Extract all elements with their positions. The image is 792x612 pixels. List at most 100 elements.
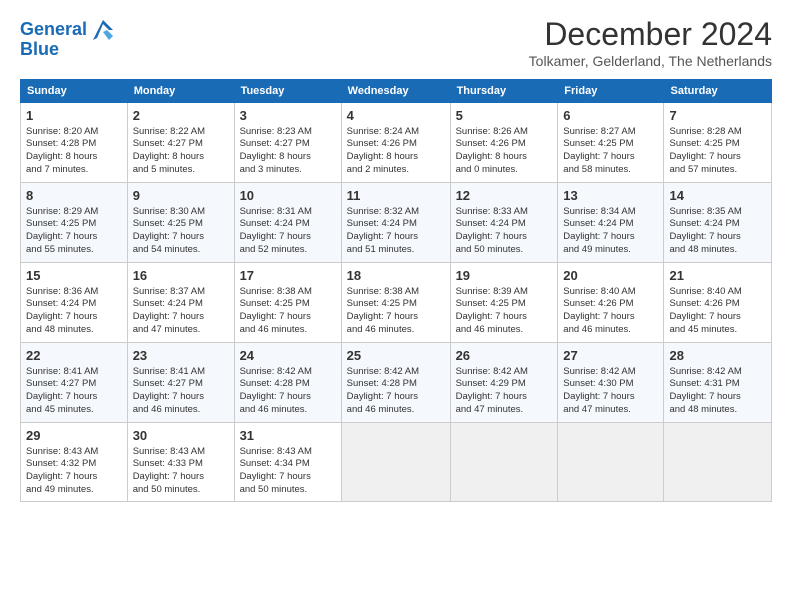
day-info: Sunrise: 8:39 AM Sunset: 4:25 PM Dayligh…	[456, 286, 553, 337]
calendar-cell: 17Sunrise: 8:38 AM Sunset: 4:25 PM Dayli…	[234, 263, 341, 343]
calendar-cell: 22Sunrise: 8:41 AM Sunset: 4:27 PM Dayli…	[21, 343, 128, 423]
day-info: Sunrise: 8:42 AM Sunset: 4:29 PM Dayligh…	[456, 366, 553, 417]
day-number: 22	[26, 347, 122, 365]
calendar-cell: 5Sunrise: 8:26 AM Sunset: 4:26 PM Daylig…	[450, 103, 558, 183]
calendar-cell: 2Sunrise: 8:22 AM Sunset: 4:27 PM Daylig…	[127, 103, 234, 183]
day-info: Sunrise: 8:33 AM Sunset: 4:24 PM Dayligh…	[456, 206, 553, 257]
day-number: 26	[456, 347, 553, 365]
calendar-cell: 18Sunrise: 8:38 AM Sunset: 4:25 PM Dayli…	[341, 263, 450, 343]
location-subtitle: Tolkamer, Gelderland, The Netherlands	[529, 53, 772, 69]
day-number: 7	[669, 107, 766, 125]
calendar-cell: 13Sunrise: 8:34 AM Sunset: 4:24 PM Dayli…	[558, 183, 664, 263]
day-info: Sunrise: 8:23 AM Sunset: 4:27 PM Dayligh…	[240, 126, 336, 177]
day-number: 10	[240, 187, 336, 205]
day-number: 2	[133, 107, 229, 125]
day-number: 30	[133, 427, 229, 445]
day-number: 20	[563, 267, 658, 285]
day-info: Sunrise: 8:43 AM Sunset: 4:33 PM Dayligh…	[133, 446, 229, 497]
calendar-cell: 31Sunrise: 8:43 AM Sunset: 4:34 PM Dayli…	[234, 423, 341, 502]
weekday-header-friday: Friday	[558, 80, 664, 103]
weekday-header-tuesday: Tuesday	[234, 80, 341, 103]
day-info: Sunrise: 8:38 AM Sunset: 4:25 PM Dayligh…	[240, 286, 336, 337]
day-number: 18	[347, 267, 445, 285]
day-number: 4	[347, 107, 445, 125]
calendar-cell: 8Sunrise: 8:29 AM Sunset: 4:25 PM Daylig…	[21, 183, 128, 263]
day-number: 25	[347, 347, 445, 365]
day-number: 17	[240, 267, 336, 285]
day-info: Sunrise: 8:34 AM Sunset: 4:24 PM Dayligh…	[563, 206, 658, 257]
day-info: Sunrise: 8:41 AM Sunset: 4:27 PM Dayligh…	[26, 366, 122, 417]
weekday-header-saturday: Saturday	[664, 80, 772, 103]
day-number: 28	[669, 347, 766, 365]
calendar-cell: 10Sunrise: 8:31 AM Sunset: 4:24 PM Dayli…	[234, 183, 341, 263]
calendar-cell: 27Sunrise: 8:42 AM Sunset: 4:30 PM Dayli…	[558, 343, 664, 423]
calendar-cell: 24Sunrise: 8:42 AM Sunset: 4:28 PM Dayli…	[234, 343, 341, 423]
day-info: Sunrise: 8:32 AM Sunset: 4:24 PM Dayligh…	[347, 206, 445, 257]
day-number: 13	[563, 187, 658, 205]
day-number: 1	[26, 107, 122, 125]
day-number: 3	[240, 107, 336, 125]
calendar-cell	[558, 423, 664, 502]
day-info: Sunrise: 8:27 AM Sunset: 4:25 PM Dayligh…	[563, 126, 658, 177]
calendar-cell	[341, 423, 450, 502]
day-info: Sunrise: 8:35 AM Sunset: 4:24 PM Dayligh…	[669, 206, 766, 257]
calendar-cell: 29Sunrise: 8:43 AM Sunset: 4:32 PM Dayli…	[21, 423, 128, 502]
day-info: Sunrise: 8:40 AM Sunset: 4:26 PM Dayligh…	[669, 286, 766, 337]
calendar-cell: 20Sunrise: 8:40 AM Sunset: 4:26 PM Dayli…	[558, 263, 664, 343]
calendar-cell: 3Sunrise: 8:23 AM Sunset: 4:27 PM Daylig…	[234, 103, 341, 183]
day-info: Sunrise: 8:42 AM Sunset: 4:28 PM Dayligh…	[240, 366, 336, 417]
day-number: 31	[240, 427, 336, 445]
calendar-cell: 6Sunrise: 8:27 AM Sunset: 4:25 PM Daylig…	[558, 103, 664, 183]
logo-text-blue: Blue	[20, 40, 59, 60]
day-info: Sunrise: 8:29 AM Sunset: 4:25 PM Dayligh…	[26, 206, 122, 257]
day-info: Sunrise: 8:43 AM Sunset: 4:32 PM Dayligh…	[26, 446, 122, 497]
calendar-cell: 9Sunrise: 8:30 AM Sunset: 4:25 PM Daylig…	[127, 183, 234, 263]
day-info: Sunrise: 8:42 AM Sunset: 4:31 PM Dayligh…	[669, 366, 766, 417]
calendar-cell: 11Sunrise: 8:32 AM Sunset: 4:24 PM Dayli…	[341, 183, 450, 263]
day-number: 21	[669, 267, 766, 285]
logo: General Blue	[20, 16, 117, 60]
day-info: Sunrise: 8:20 AM Sunset: 4:28 PM Dayligh…	[26, 126, 122, 177]
calendar-cell: 26Sunrise: 8:42 AM Sunset: 4:29 PM Dayli…	[450, 343, 558, 423]
calendar-table: SundayMondayTuesdayWednesdayThursdayFrid…	[20, 79, 772, 502]
day-number: 19	[456, 267, 553, 285]
month-title: December 2024	[529, 16, 772, 53]
calendar-cell: 12Sunrise: 8:33 AM Sunset: 4:24 PM Dayli…	[450, 183, 558, 263]
day-number: 8	[26, 187, 122, 205]
day-info: Sunrise: 8:24 AM Sunset: 4:26 PM Dayligh…	[347, 126, 445, 177]
header: General Blue December 2024 Tolkamer, Gel…	[20, 16, 772, 69]
calendar-cell: 1Sunrise: 8:20 AM Sunset: 4:28 PM Daylig…	[21, 103, 128, 183]
day-info: Sunrise: 8:41 AM Sunset: 4:27 PM Dayligh…	[133, 366, 229, 417]
calendar-cell	[664, 423, 772, 502]
day-number: 5	[456, 107, 553, 125]
day-number: 24	[240, 347, 336, 365]
day-number: 27	[563, 347, 658, 365]
day-number: 9	[133, 187, 229, 205]
day-number: 23	[133, 347, 229, 365]
logo-icon	[89, 16, 117, 44]
day-info: Sunrise: 8:31 AM Sunset: 4:24 PM Dayligh…	[240, 206, 336, 257]
calendar-cell: 23Sunrise: 8:41 AM Sunset: 4:27 PM Dayli…	[127, 343, 234, 423]
calendar-cell: 21Sunrise: 8:40 AM Sunset: 4:26 PM Dayli…	[664, 263, 772, 343]
calendar-cell: 16Sunrise: 8:37 AM Sunset: 4:24 PM Dayli…	[127, 263, 234, 343]
weekday-header-monday: Monday	[127, 80, 234, 103]
day-number: 14	[669, 187, 766, 205]
calendar-cell	[450, 423, 558, 502]
day-number: 12	[456, 187, 553, 205]
day-number: 11	[347, 187, 445, 205]
calendar-cell: 28Sunrise: 8:42 AM Sunset: 4:31 PM Dayli…	[664, 343, 772, 423]
day-number: 15	[26, 267, 122, 285]
weekday-header-row: SundayMondayTuesdayWednesdayThursdayFrid…	[21, 80, 772, 103]
day-info: Sunrise: 8:22 AM Sunset: 4:27 PM Dayligh…	[133, 126, 229, 177]
weekday-header-wednesday: Wednesday	[341, 80, 450, 103]
calendar-cell: 15Sunrise: 8:36 AM Sunset: 4:24 PM Dayli…	[21, 263, 128, 343]
day-info: Sunrise: 8:38 AM Sunset: 4:25 PM Dayligh…	[347, 286, 445, 337]
day-info: Sunrise: 8:26 AM Sunset: 4:26 PM Dayligh…	[456, 126, 553, 177]
day-info: Sunrise: 8:36 AM Sunset: 4:24 PM Dayligh…	[26, 286, 122, 337]
day-info: Sunrise: 8:42 AM Sunset: 4:30 PM Dayligh…	[563, 366, 658, 417]
day-number: 29	[26, 427, 122, 445]
calendar-cell: 19Sunrise: 8:39 AM Sunset: 4:25 PM Dayli…	[450, 263, 558, 343]
day-info: Sunrise: 8:28 AM Sunset: 4:25 PM Dayligh…	[669, 126, 766, 177]
calendar-cell: 14Sunrise: 8:35 AM Sunset: 4:24 PM Dayli…	[664, 183, 772, 263]
title-section: December 2024 Tolkamer, Gelderland, The …	[529, 16, 772, 69]
